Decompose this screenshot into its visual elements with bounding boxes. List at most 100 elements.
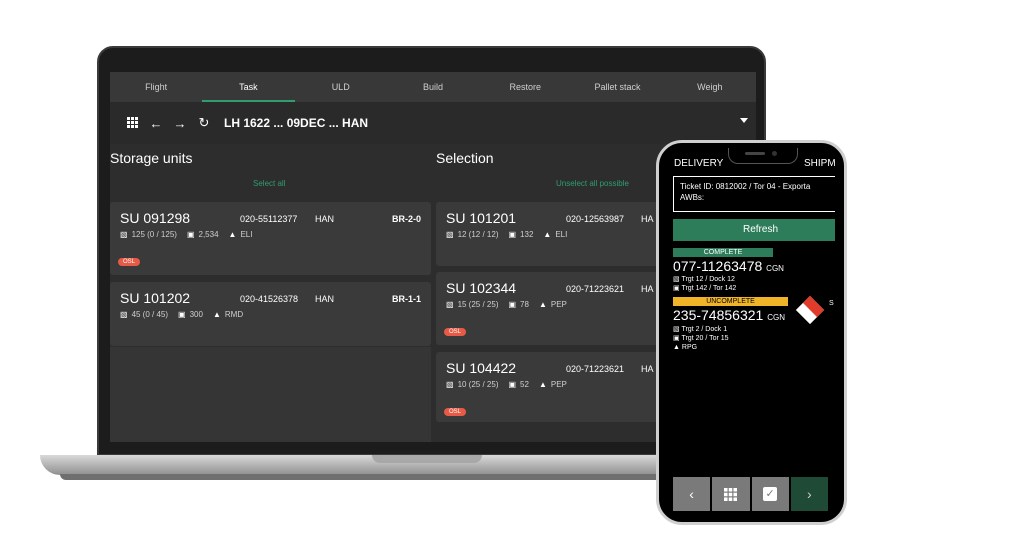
pieces: 10 (25 / 25): [457, 380, 499, 389]
selection-title: Selection: [436, 150, 494, 166]
weight: 132: [520, 230, 534, 239]
shipment-awb[interactable]: 235-74856321 CGN: [673, 307, 785, 323]
ticket-id: Ticket ID: 0812002 / Tor 04 - Exporta: [680, 182, 811, 191]
pieces-icon: ▧: [120, 230, 128, 239]
pieces: 125 (0 / 125): [131, 230, 177, 239]
card-meta: ▧ 45 (0 / 45) ▣ 300 ▲ RMD: [120, 310, 243, 319]
pieces: 15 (25 / 25): [457, 300, 499, 309]
check-icon[interactable]: ✓: [751, 477, 789, 511]
phone-screen: DELIVERY SHIPM Ticket ID: 0812002 / Tor …: [667, 148, 835, 517]
chevron-left-icon[interactable]: ‹: [673, 477, 711, 511]
pieces-target: Trgt 2 / Dock 1: [681, 326, 728, 333]
weight: 78: [520, 300, 529, 309]
pieces-icon: ▧: [446, 300, 454, 309]
card-meta: ▧ 12 (12 / 12) ▣ 132 ▲ ELI: [446, 230, 567, 239]
pieces-icon: ▧: [673, 276, 680, 283]
toolbar: ← → ↻ LH 1622 ... 09DEC ... HAN: [110, 102, 756, 144]
shipment-meta: ▧ Trgt 2 / Dock 1 ▣ Trgt 20 / Tor 15 ▲ R…: [673, 325, 729, 352]
chevron-right-icon[interactable]: ›: [790, 477, 828, 511]
status-uncomplete: UNCOMPLETE: [673, 297, 788, 306]
card-meta: ▧ 10 (25 / 25) ▣ 52 ▲ PEP: [446, 380, 567, 389]
weight-icon: ▣: [673, 335, 680, 342]
card-meta: ▧ 125 (0 / 125) ▣ 2,534 ▲ ELI: [120, 230, 252, 239]
warning-icon: ▲: [228, 230, 237, 239]
storage-empty-area: [110, 347, 431, 442]
pieces-icon: ▧: [120, 310, 128, 319]
weight: 2,534: [198, 230, 219, 239]
shc: ELI: [240, 230, 253, 239]
destination: HA: [641, 284, 654, 294]
chevron-down-icon[interactable]: [740, 118, 748, 123]
weight-icon: ▣: [508, 300, 517, 309]
awb-number: 077-11263478: [673, 258, 763, 274]
warning-icon: ▲: [212, 310, 221, 319]
tab-delivery[interactable]: DELIVERY: [674, 158, 723, 169]
tab-shipment[interactable]: SHIPM: [804, 158, 835, 169]
shipment-awb[interactable]: 077-11263478 CGN: [673, 258, 784, 274]
weight-icon: ▣: [508, 380, 517, 389]
origin: CGN: [767, 313, 785, 322]
tab-flight[interactable]: Flight: [110, 72, 202, 102]
tab-uld[interactable]: ULD: [295, 72, 387, 102]
shc: ELI: [555, 230, 568, 239]
tab-restore[interactable]: Restore: [479, 72, 571, 102]
destination: HAN: [315, 294, 335, 304]
tab-weigh[interactable]: Weigh: [664, 72, 756, 102]
tab-pallet-stack[interactable]: Pallet stack: [571, 72, 663, 102]
grid-icon[interactable]: [712, 477, 750, 511]
su-number: SU 101202: [120, 290, 191, 306]
weight: 300: [189, 310, 203, 319]
awb-number: 235-74856321: [673, 307, 764, 323]
grid-icon[interactable]: [120, 116, 144, 131]
weight-target: Trgt 20 / Tor 15: [681, 335, 729, 342]
speaker: [745, 152, 765, 155]
tab-bar: Flight Task ULD Build Restore Pallet sta…: [110, 72, 756, 102]
warning-icon: ▲: [538, 300, 547, 309]
storage-card[interactable]: SU 091298 020-55112377 HAN BR-2-0 ▧ 125 …: [110, 202, 431, 275]
shc: PEP: [550, 380, 567, 389]
arrow-right-icon[interactable]: →: [168, 116, 192, 131]
pieces: 45 (0 / 45): [131, 310, 169, 319]
destination: HA: [641, 364, 654, 374]
refresh-icon[interactable]: ↻: [192, 115, 216, 131]
storage-card[interactable]: SU 101202 020-41526378 HAN BR-1-1 ▧ 45 (…: [110, 282, 431, 346]
weight: 52: [520, 380, 529, 389]
location: BR-2-0: [391, 214, 421, 224]
awb-number: 020-71223621: [566, 284, 625, 294]
arrow-left-icon[interactable]: ←: [144, 116, 168, 131]
warning-icon: ▲: [673, 344, 680, 351]
weight-icon: ▣: [178, 310, 186, 319]
tab-build[interactable]: Build: [387, 72, 479, 102]
su-number: SU 102344: [446, 280, 517, 296]
refresh-button[interactable]: Refresh: [673, 219, 835, 241]
status-complete: COMPLETE: [673, 248, 773, 257]
shc: RMD: [224, 310, 244, 319]
pieces-icon: ▧: [446, 230, 454, 239]
location: BR-1-1: [391, 294, 421, 304]
shipment-meta: ▧ Trgt 12 / Dock 12 ▣ Trgt 142 / Tor 142: [673, 275, 736, 293]
destination: HAN: [315, 214, 335, 224]
su-number: SU 091298: [120, 210, 191, 226]
card-meta: ▧ 15 (25 / 25) ▣ 78 ▲ PEP: [446, 300, 567, 309]
awb-number: 020-55112377: [240, 214, 298, 224]
select-all-link[interactable]: Select all: [253, 179, 285, 188]
su-number: SU 101201: [446, 210, 517, 226]
tab-task[interactable]: Task: [202, 72, 295, 102]
unselect-all-link[interactable]: Unselect all possible: [556, 179, 629, 188]
awb-number: 020-71223621: [566, 364, 625, 374]
phone-notch: [728, 148, 798, 164]
flight-title: LH 1622 ... 09DEC ... HAN: [224, 116, 369, 130]
warning-icon: ▲: [538, 380, 547, 389]
awb-number: 020-12563987: [566, 214, 625, 224]
pieces-icon: ▧: [673, 326, 680, 333]
weight-target: Trgt 142 / Tor 142: [681, 285, 737, 292]
shc: RPG: [681, 344, 698, 351]
bottom-nav: ‹ ✓ ›: [673, 477, 828, 511]
status-badge: OSL: [444, 328, 467, 336]
shc: PEP: [550, 300, 567, 309]
pieces: 12 (12 / 12): [457, 230, 499, 239]
awb-number: 020-41526378: [240, 294, 299, 304]
status-badge: OSL: [444, 408, 467, 416]
ticket-box: Ticket ID: 0812002 / Tor 04 - Exporta AW…: [673, 176, 835, 212]
weight-icon: ▣: [673, 285, 680, 292]
